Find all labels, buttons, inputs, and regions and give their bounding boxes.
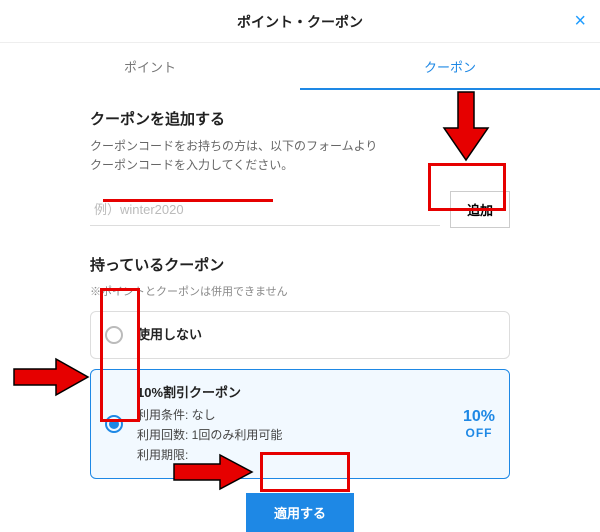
- coupon-times: 利用回数: 1回のみ利用可能: [137, 425, 449, 445]
- modal-title: ポイント・クーポン: [237, 14, 363, 30]
- radio-icon: [105, 326, 123, 344]
- content-area: クーポンを追加する クーポンコードをお持ちの方は、以下のフォームより クーポンコ…: [0, 90, 600, 532]
- close-icon[interactable]: ×: [574, 10, 586, 33]
- desc-line2: クーポンコードを入力してください。: [90, 158, 293, 172]
- option-none-label: 使用しない: [137, 324, 495, 346]
- discount-off: OFF: [463, 426, 495, 440]
- coupon-title: 10%割引クーポン: [137, 382, 449, 404]
- combine-note: ※ポイントとクーポンは併用できません: [90, 283, 510, 299]
- desc-line1: クーポンコードをお持ちの方は、以下のフォームより: [90, 139, 377, 153]
- add-button[interactable]: 追加: [450, 191, 510, 228]
- add-coupon-title: クーポンを追加する: [90, 108, 510, 129]
- discount-badge: 10% OFF: [463, 408, 495, 440]
- modal-header: ポイント・クーポン ×: [0, 0, 600, 43]
- apply-button[interactable]: 適用する: [246, 493, 354, 532]
- option-coupon[interactable]: 10%割引クーポン 利用条件: なし 利用回数: 1回のみ利用可能 利用期限: …: [90, 369, 510, 478]
- coupon-cond: 利用条件: なし: [137, 405, 449, 425]
- coupon-period: 利用期限:: [137, 445, 449, 465]
- discount-pct: 10%: [463, 408, 495, 426]
- option-none[interactable]: 使用しない: [90, 311, 510, 359]
- coupon-input-row: 追加: [90, 191, 510, 228]
- footer: 適用する: [90, 493, 510, 532]
- radio-icon: [105, 415, 123, 433]
- owned-coupons-title: 持っているクーポン: [90, 254, 510, 275]
- tab-points[interactable]: ポイント: [0, 43, 300, 90]
- tab-coupons[interactable]: クーポン: [300, 43, 600, 90]
- add-coupon-desc: クーポンコードをお持ちの方は、以下のフォームより クーポンコードを入力してくださ…: [90, 137, 510, 175]
- tab-bar: ポイント クーポン: [0, 43, 600, 90]
- coupon-code-input[interactable]: [90, 194, 440, 226]
